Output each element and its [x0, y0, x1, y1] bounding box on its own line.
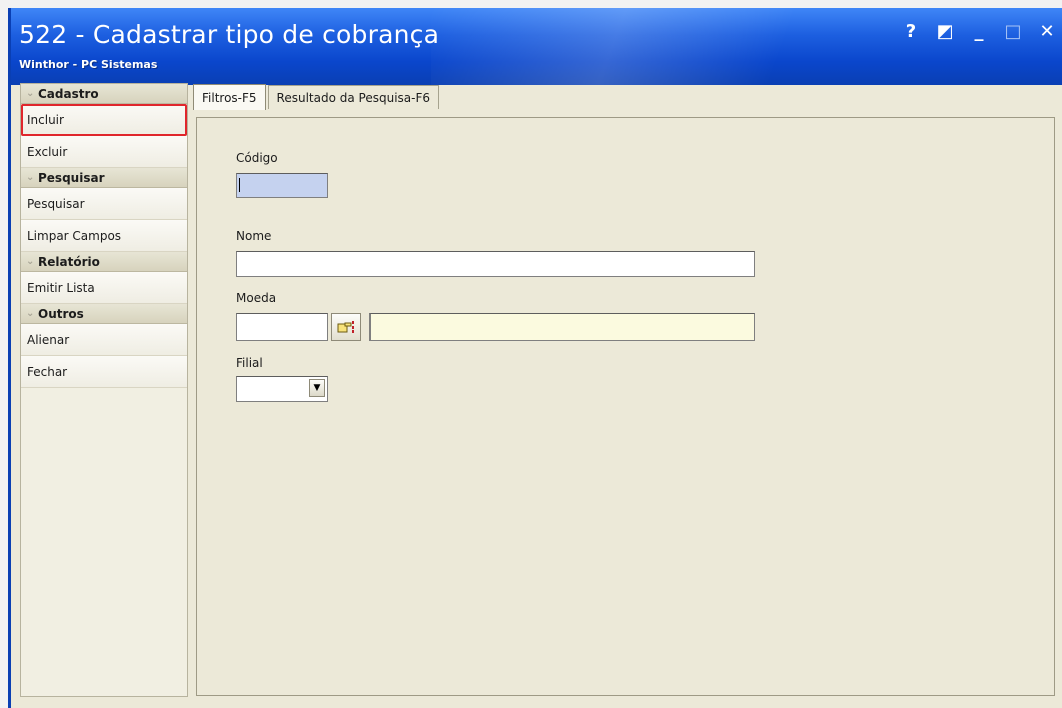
- action-sidebar: ⌄ Cadastro Incluir Excluir ⌄ Pesquisar P…: [20, 83, 188, 697]
- minimize-icon[interactable]: _: [970, 21, 988, 42]
- group-title: Relatório: [38, 254, 100, 269]
- maximize-icon[interactable]: □: [1004, 21, 1022, 42]
- restore-icon[interactable]: ◩: [936, 21, 954, 42]
- group-header-cadastro[interactable]: ⌄ Cadastro: [21, 84, 187, 104]
- filial-label: Filial: [236, 356, 263, 370]
- group-header-pesquisar[interactable]: ⌄ Pesquisar: [21, 168, 187, 188]
- filial-select[interactable]: ▼: [236, 376, 328, 402]
- chevron-down-icon: ⌄: [26, 172, 35, 183]
- help-icon[interactable]: ?: [902, 21, 920, 42]
- fechar-button[interactable]: Fechar: [21, 356, 187, 388]
- app-window: 522 - Cadastrar tipo de cobrança Winthor…: [8, 8, 1062, 708]
- moeda-code-input[interactable]: [236, 313, 328, 341]
- title-bar[interactable]: 522 - Cadastrar tipo de cobrança Winthor…: [11, 8, 1062, 85]
- group-title: Pesquisar: [38, 170, 105, 185]
- tab-strip: Filtros-F5 Resultado da Pesquisa-F6: [193, 84, 440, 110]
- tab-resultado-pesquisa[interactable]: Resultado da Pesquisa-F6: [267, 85, 440, 109]
- nome-input[interactable]: [236, 251, 755, 277]
- nome-label: Nome: [236, 229, 272, 243]
- emitir-lista-button[interactable]: Emitir Lista: [21, 272, 187, 304]
- window-controls: ? ◩ _ □ ✕: [902, 21, 1056, 42]
- codigo-input[interactable]: [236, 173, 328, 198]
- moeda-description-field: [369, 313, 755, 341]
- group-title: Cadastro: [38, 86, 99, 101]
- codigo-label: Código: [236, 151, 278, 165]
- tab-filtros[interactable]: Filtros-F5: [193, 84, 266, 110]
- group-header-outros[interactable]: ⌄ Outros: [21, 304, 187, 324]
- moeda-lookup-button[interactable]: [331, 313, 361, 341]
- hand-pointer-icon: [337, 321, 354, 333]
- moeda-label: Moeda: [236, 291, 277, 305]
- chevron-down-icon[interactable]: ▼: [309, 379, 325, 397]
- chevron-down-icon: ⌄: [26, 308, 35, 319]
- group-title: Outros: [38, 306, 84, 321]
- group-header-relatorio[interactable]: ⌄ Relatório: [21, 252, 187, 272]
- title-bar-gloss: [431, 8, 891, 85]
- limpar-campos-button[interactable]: Limpar Campos: [21, 220, 187, 252]
- incluir-button[interactable]: Incluir: [21, 104, 187, 136]
- window-title: 522 - Cadastrar tipo de cobrança: [19, 20, 440, 49]
- excluir-button[interactable]: Excluir: [21, 136, 187, 168]
- alienar-button[interactable]: Alienar: [21, 324, 187, 356]
- window-subtitle: Winthor - PC Sistemas: [19, 58, 158, 71]
- filters-panel: Código Nome Moeda Filial ▼: [196, 117, 1055, 696]
- close-icon[interactable]: ✕: [1038, 21, 1056, 42]
- chevron-down-icon: ⌄: [26, 256, 35, 267]
- pesquisar-button[interactable]: Pesquisar: [21, 188, 187, 220]
- chevron-down-icon: ⌄: [26, 88, 35, 99]
- text-caret: [239, 178, 240, 192]
